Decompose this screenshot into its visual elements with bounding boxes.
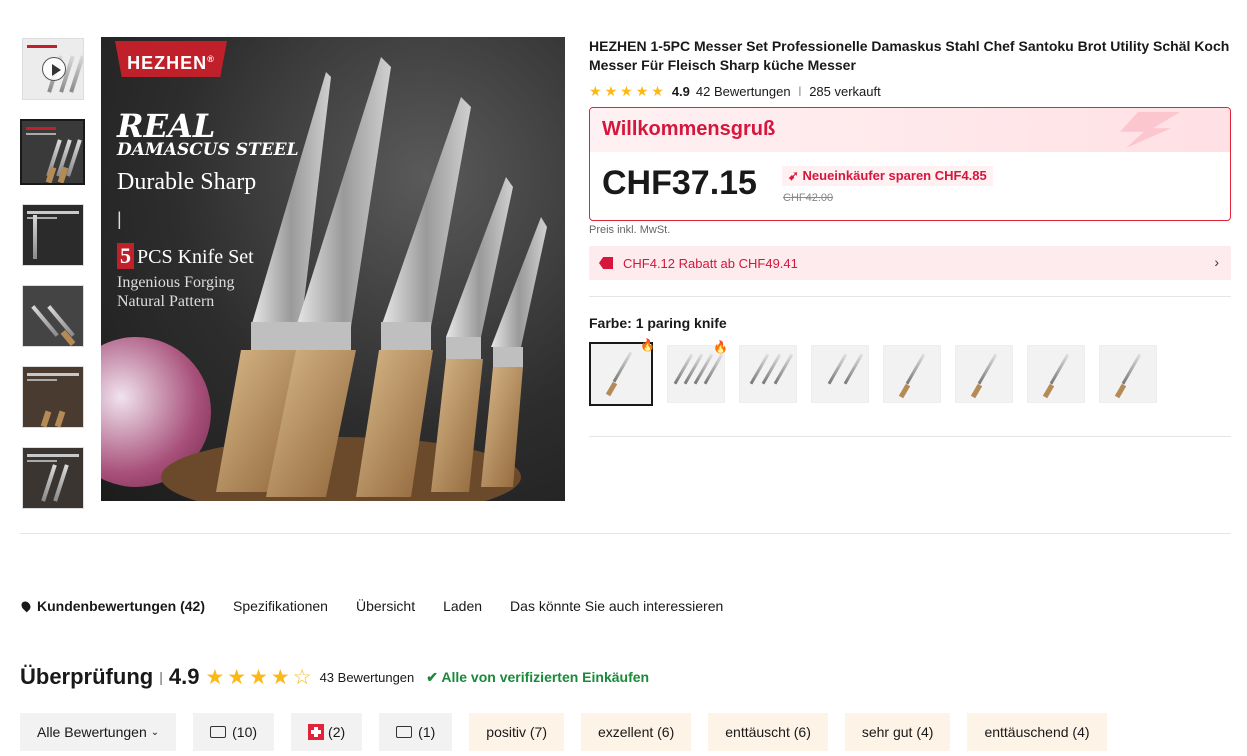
thumbnail-list <box>20 38 85 528</box>
brand-logo: HEZHEN® <box>115 41 227 77</box>
separator: | <box>159 669 163 685</box>
review-title: Überprüfung <box>20 664 154 689</box>
current-price: CHF37.15 <box>602 164 757 202</box>
hot-icon: 🔥 <box>713 340 728 354</box>
review-score: 4.9 <box>168 664 200 689</box>
main-product-image[interactable]: HEZHEN® REAL DAMASCUS STEEL Durable Shar… <box>101 37 565 501</box>
image-subheadline: DAMASCUS STEEL <box>117 140 299 160</box>
swatch-5[interactable] <box>883 345 941 403</box>
image-feature-1: Ingenious Forging <box>117 274 235 291</box>
verified-label: ✔ Alle von verifizierten Einkäufen <box>426 668 650 685</box>
product-title: HEZHEN 1-5PC Messer Set Professionelle D… <box>589 38 1230 73</box>
image-tagline: Durable Sharp <box>117 169 257 195</box>
review-filters: Alle Bewertungen ⌄ (10) (2) (1) positiv (… <box>20 713 1107 751</box>
tab-store[interactable]: Laden <box>443 598 482 614</box>
star-icon: ★ <box>604 82 618 99</box>
chevron-down-icon: ⌄ <box>150 726 160 738</box>
coupon-bar[interactable]: CHF4.12 Rabatt ab CHF49.41 › <box>589 246 1231 280</box>
divider <box>589 436 1231 437</box>
filter-very-good[interactable]: sehr gut (4) <box>844 713 951 751</box>
thumbnail-video[interactable] <box>22 38 84 100</box>
filter-all-reviews[interactable]: Alle Bewertungen ⌄ <box>20 713 177 751</box>
review-header: Überprüfung | 4.9 ★ ★ ★ ★ ☆ 43 Bewertung… <box>20 662 649 692</box>
thumbnail-3[interactable] <box>22 204 84 266</box>
tab-specifications[interactable]: Spezifikationen <box>233 598 328 614</box>
product-info: HEZHEN 1-5PC Messer Set Professionelle D… <box>589 37 1231 437</box>
hot-icon: 🔥 <box>640 338 655 352</box>
filter-photos[interactable]: (10) <box>193 713 275 751</box>
swatch-8[interactable] <box>1099 345 1157 403</box>
filter-comments[interactable]: (1) <box>379 713 453 751</box>
play-icon <box>42 57 66 81</box>
image-pcs: 5 PCS Knife Set <box>117 243 254 269</box>
thumbnail-2[interactable] <box>20 119 85 185</box>
reviews-link[interactable]: 42 Bewertungen <box>696 84 791 99</box>
star-icon: ★ <box>227 665 247 689</box>
coupon-tag-icon <box>599 257 613 269</box>
new-buyer-savings: ➹ Neueinkäufer sparen CHF4.85 <box>782 166 993 186</box>
swatch-5pcs[interactable]: 🔥 <box>667 340 728 403</box>
star-icon: ★ <box>205 665 225 689</box>
thumbnail-5[interactable] <box>22 366 84 428</box>
section-divider <box>20 533 1231 534</box>
star-icon: ★ <box>635 82 649 99</box>
original-price: CHF42.00 <box>783 192 834 204</box>
rating-row: ★ ★ ★ ★ ★ 4.9 42 Bewertungen | 285 verka… <box>589 81 1231 101</box>
star-icon: ★ <box>249 665 268 689</box>
swatch-3[interactable] <box>739 345 797 403</box>
tab-recommendations[interactable]: Das könnte Sie auch interessieren <box>510 598 723 614</box>
swatch-6[interactable] <box>955 345 1013 403</box>
coupon-text: CHF4.12 Rabatt ab CHF49.41 <box>623 255 798 271</box>
image-divider: | <box>117 209 122 229</box>
tab-overview[interactable]: Übersicht <box>356 598 415 614</box>
sold-count: 285 verkauft <box>809 83 881 99</box>
separator: | <box>798 85 802 97</box>
comment-icon <box>396 726 413 738</box>
filter-excellent[interactable]: exzellent (6) <box>580 713 692 751</box>
rating-score: 4.9 <box>671 83 690 99</box>
star-icon: ★ <box>620 82 633 99</box>
product-page: HEZHEN® REAL DAMASCUS STEEL Durable Shar… <box>0 0 1247 756</box>
filter-disappointing[interactable]: enttäuschend (4) <box>967 713 1107 751</box>
tab-reviews[interactable]: Kundenbewertungen (42) <box>19 598 205 614</box>
color-swatches: 🔥 🔥 <box>589 338 1231 406</box>
vat-note: Preis inkl. MwSt. <box>589 224 671 236</box>
image-icon <box>210 726 227 738</box>
location-pin-icon <box>19 599 33 613</box>
star-icon: ★ <box>651 82 664 99</box>
thumbnail-6[interactable] <box>22 447 84 509</box>
half-star-icon: ☆ <box>292 665 312 689</box>
filter-positive[interactable]: positiv (7) <box>469 713 564 751</box>
section-tabs: Kundenbewertungen (42) Spezifikationen Ü… <box>19 598 723 614</box>
star-icon: ★ <box>589 82 602 99</box>
review-count: 43 Bewertungen <box>319 669 415 685</box>
swiss-flag-icon <box>308 724 325 740</box>
thumbnail-4[interactable] <box>22 285 84 347</box>
filter-disappointed[interactable]: enttäuscht (6) <box>708 713 828 751</box>
divider <box>589 296 1231 297</box>
color-label: Farbe: 1 paring knife <box>589 315 727 331</box>
filter-country[interactable]: (2) <box>291 713 363 751</box>
fire-icon: ➹ <box>788 168 803 183</box>
chevron-right-icon: › <box>1214 254 1219 270</box>
swatch-7[interactable] <box>1027 345 1085 403</box>
swatch-4[interactable] <box>811 345 869 403</box>
welcome-deal-box: Willkommensgruß CHF37.15 ➹ Neueinkäufer … <box>589 107 1231 221</box>
star-icon: ★ <box>270 665 290 689</box>
swatch-1-paring-knife[interactable]: 🔥 <box>589 338 655 406</box>
image-feature-2: Natural Pattern <box>117 293 215 310</box>
